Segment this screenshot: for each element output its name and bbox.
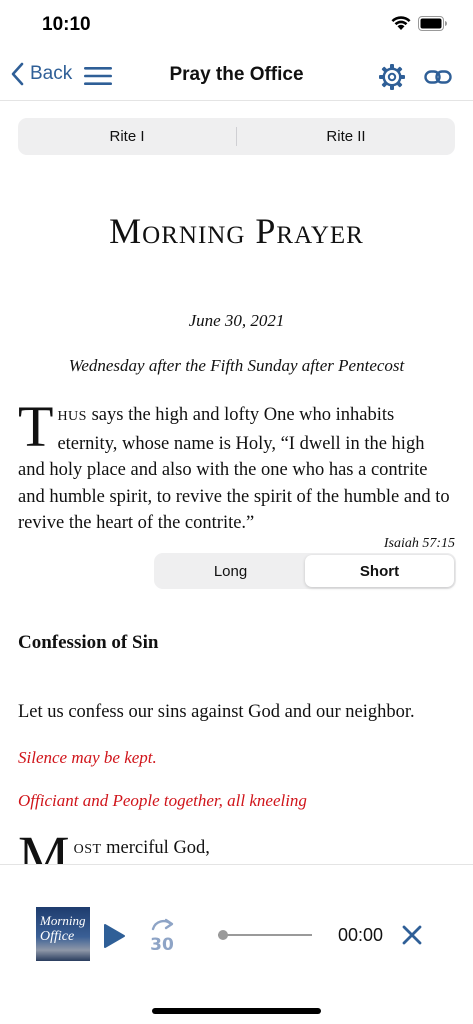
sentence-text: says the high and lofty One who inhabits…	[18, 405, 450, 533]
playback-scrubber[interactable]	[218, 929, 312, 941]
chevron-left-icon	[11, 62, 24, 86]
artwork-title-line1: Morning	[40, 913, 86, 928]
office-date: June 30, 2021	[188, 311, 285, 330]
play-icon[interactable]	[102, 923, 126, 949]
rubric-kneeling: Officiant and People together, all kneel…	[18, 791, 307, 810]
confession-prayer: M OST merciful God,	[18, 828, 454, 864]
back-label: Back	[30, 63, 73, 84]
office-title: Morning Prayer	[109, 211, 364, 251]
prayer-drop-cap: M	[18, 828, 70, 864]
opening-sentence: T HUS says the high and lofty One who inh…	[18, 394, 454, 537]
rubric-silence: Silence may be kept.	[18, 748, 157, 767]
status-bar: 10:10	[0, 0, 473, 52]
sentence-smallcaps: HUS	[57, 409, 87, 424]
tab-rite-1[interactable]: Rite I	[18, 118, 236, 155]
audio-player: Morning Office 30 00:00	[0, 864, 473, 973]
drop-cap: T	[18, 394, 54, 459]
scrubber-track	[218, 934, 312, 936]
menu-icon[interactable]	[84, 66, 112, 86]
liturgical-day: Wednesday after the Fifth Sunday after P…	[68, 356, 405, 375]
option-long[interactable]: Long	[156, 555, 305, 587]
back-button[interactable]: Back	[10, 62, 72, 86]
link-icon[interactable]	[424, 65, 452, 89]
gear-icon[interactable]	[378, 63, 406, 91]
scrubber-thumb[interactable]	[218, 930, 228, 940]
invitation-text: Let us confess our sins against God and …	[18, 702, 415, 722]
navigation-bar: Back Pray the Office	[0, 52, 473, 101]
status-time: 10:10	[42, 14, 91, 35]
close-icon[interactable]	[401, 924, 423, 946]
elapsed-time: 00:00	[338, 925, 384, 945]
podcast-artwork: Morning Office	[36, 907, 90, 961]
skip-forward-icon[interactable]: 30	[145, 917, 179, 953]
battery-icon	[418, 16, 447, 31]
skip-seconds-label: 30	[150, 935, 174, 953]
length-toggle: Long Short	[154, 553, 456, 589]
prayer-smallcaps: OST	[73, 842, 102, 857]
prayer-text: merciful God,	[101, 838, 210, 858]
artwork-title-line2: Office	[40, 929, 75, 944]
option-short[interactable]: Short	[305, 555, 454, 587]
wifi-icon	[391, 16, 411, 30]
tab-rite-2[interactable]: Rite II	[237, 118, 455, 155]
home-indicator	[152, 1008, 321, 1014]
scripture-citation: Isaiah 57:15	[383, 536, 455, 551]
rite-selector: Rite I Rite II	[18, 118, 455, 155]
section-heading: Confession of Sin	[18, 632, 159, 653]
